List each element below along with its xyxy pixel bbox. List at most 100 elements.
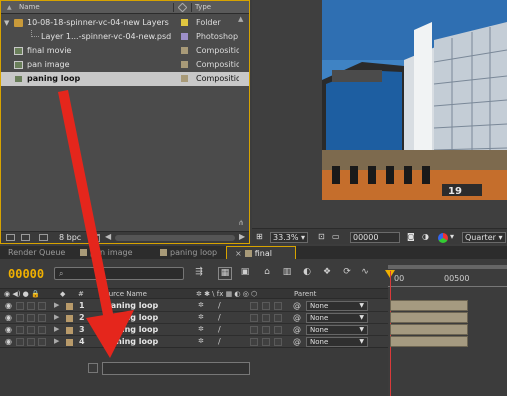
motion-blur-switch[interactable] [274,326,282,334]
project-item-final-movie[interactable]: final movie Compositio [1,44,249,58]
compositon-mini-flowchart-icon[interactable]: ⇶ [192,267,206,280]
flowchart-icon[interactable]: ⋔ [238,219,250,227]
project-item-psd-layer[interactable]: Layer 1...-spinner-vc-04-new.psd Photosh… [1,30,249,44]
shy-switch-icon[interactable]: ✲ [198,337,204,345]
parent-column-header[interactable]: Parent [294,290,316,298]
layer-row[interactable]: ◉ ▶ 2 paning loop ✲ / @ None ▼ [0,312,388,324]
close-tab-icon[interactable]: × [235,249,242,258]
lock-switch[interactable] [38,326,46,334]
hide-shy-layers-icon[interactable]: ⌂ [260,267,274,280]
disclosure-triangle-icon[interactable]: ▼ [4,19,9,27]
parent-select[interactable]: None ▼ [306,301,368,311]
frame-blend-switch[interactable] [262,314,270,322]
layer-source-name[interactable]: paning loop [105,313,158,322]
switches-header-icons[interactable]: ✲ ✱ \ fx ▦ ◐ ◎ ⬡ [196,290,257,298]
resolution-select[interactable]: Quarter ▾ [462,232,506,243]
project-item-folder[interactable]: ▼ 10-08-18-spinner-vc-04-new Layers Fold… [1,16,249,30]
drop-target-field[interactable] [102,362,250,375]
shy-switch-icon[interactable]: ✲ [198,325,204,333]
layer-row[interactable]: ◉ ▶ 3 paning loop ✲ / @ None ▼ [0,324,388,336]
solo-switch[interactable] [27,326,35,334]
layer-source-name[interactable]: paning loop [105,301,158,310]
expand-triangle-icon[interactable]: ▶ [54,325,59,333]
lock-switch[interactable] [38,314,46,322]
shy-switch-icon[interactable]: ✲ [198,301,204,309]
label-column-icon[interactable]: ◆ [60,290,65,298]
motion-blur-switch[interactable] [274,302,282,310]
trash-icon[interactable] [93,234,100,242]
expand-triangle-icon[interactable]: ▶ [54,337,59,345]
pick-whip-icon[interactable]: @ [293,337,301,346]
tab-final-movie[interactable]: ×final movie [226,246,296,267]
live-update-icon[interactable]: ▦ [218,267,232,280]
solo-switch[interactable] [27,338,35,346]
pick-whip-icon[interactable]: @ [293,325,301,334]
audio-switch[interactable] [16,314,24,322]
project-item-pan-image[interactable]: pan image Compositio [1,58,249,72]
type-column-header[interactable]: Type [195,3,211,11]
layer-label-swatch[interactable] [66,327,73,334]
layer-duration-bar[interactable] [390,300,468,311]
parent-select[interactable]: None ▼ [306,337,368,347]
composition-frame-image[interactable]: 19 [322,0,507,200]
tab-render-queue[interactable]: Render Queue [0,246,70,259]
layer-label-swatch[interactable] [66,303,73,310]
bit-depth-button[interactable]: 8 bpc [59,233,81,242]
brainstorm-icon[interactable]: ❖ [320,267,334,280]
quality-switch-icon[interactable]: / [218,301,221,310]
motion-blur-switch[interactable] [274,338,282,346]
scroll-right-icon[interactable]: ▶ [239,232,245,241]
av-features-header-icon[interactable]: ◉ ◀) ● 🔒 [4,290,40,298]
frame-blend-switch[interactable] [262,338,270,346]
sort-arrow-icon[interactable]: ▲ [7,4,12,11]
visibility-eye-icon[interactable]: ◉ [5,337,12,346]
current-time-field[interactable]: 00000 [350,232,400,243]
parent-select[interactable]: None ▼ [306,313,368,323]
interpret-footage-icon[interactable] [6,234,15,241]
mask-visibility-icon[interactable]: ▭ [332,232,340,243]
toggle-switches-checkbox[interactable] [88,363,98,373]
label-swatch[interactable] [181,19,188,26]
quality-switch-icon[interactable]: / [218,325,221,334]
lock-switch[interactable] [38,302,46,310]
frame-blend-switch[interactable] [262,326,270,334]
channel-rgb-icon[interactable] [438,233,448,243]
column-divider[interactable] [173,3,174,12]
pick-whip-icon[interactable]: @ [293,313,301,322]
work-area-bar[interactable] [388,265,507,269]
scroll-left-icon[interactable]: ◀ [105,232,111,241]
snapshot-camera-icon[interactable]: ◙ [407,232,415,243]
effect-switch[interactable] [250,314,258,322]
effect-switch[interactable] [250,338,258,346]
layer-row[interactable]: ◉ ▶ 1 paning loop ✲ / @ None ▼ [0,300,388,312]
audio-switch[interactable] [16,338,24,346]
tab-pan-image[interactable]: pan image [72,246,150,259]
time-ruler[interactable]: 00 00500 [388,265,507,287]
frame-blending-icon[interactable]: ▥ [280,267,294,280]
parent-select[interactable]: None ▼ [306,325,368,335]
column-divider[interactable] [191,3,192,12]
layer-duration-bar[interactable] [390,324,468,335]
layer-search-input[interactable]: ⌕ [54,267,184,280]
label-swatch[interactable] [181,47,188,54]
auto-keyframe-icon[interactable]: ⟳ [340,267,354,280]
tab-paning-loop[interactable]: paning loop [152,246,224,259]
name-column-header[interactable]: Name [19,3,40,11]
effect-switch[interactable] [250,326,258,334]
effect-switch[interactable] [250,302,258,310]
panel-scroll-icon[interactable]: ▲ [238,15,250,23]
source-name-header[interactable]: Source Name [100,290,147,298]
frame-blend-switch[interactable] [262,302,270,310]
expand-triangle-icon[interactable]: ▶ [54,301,59,309]
visibility-eye-icon[interactable]: ◉ [5,313,12,322]
layer-label-swatch[interactable] [66,339,73,346]
expand-triangle-icon[interactable]: ▶ [54,313,59,321]
timeline-current-time[interactable]: 00000 [8,267,44,281]
safe-margins-icon[interactable]: ⊡ [318,232,325,243]
new-folder-icon[interactable] [21,234,30,241]
project-item-paning-loop[interactable]: paning loop Compositio [1,72,249,86]
layer-duration-bar[interactable] [390,336,468,347]
graph-editor-icon[interactable]: ∿ [358,267,372,280]
visibility-eye-icon[interactable]: ◉ [5,301,12,310]
audio-switch[interactable] [16,302,24,310]
